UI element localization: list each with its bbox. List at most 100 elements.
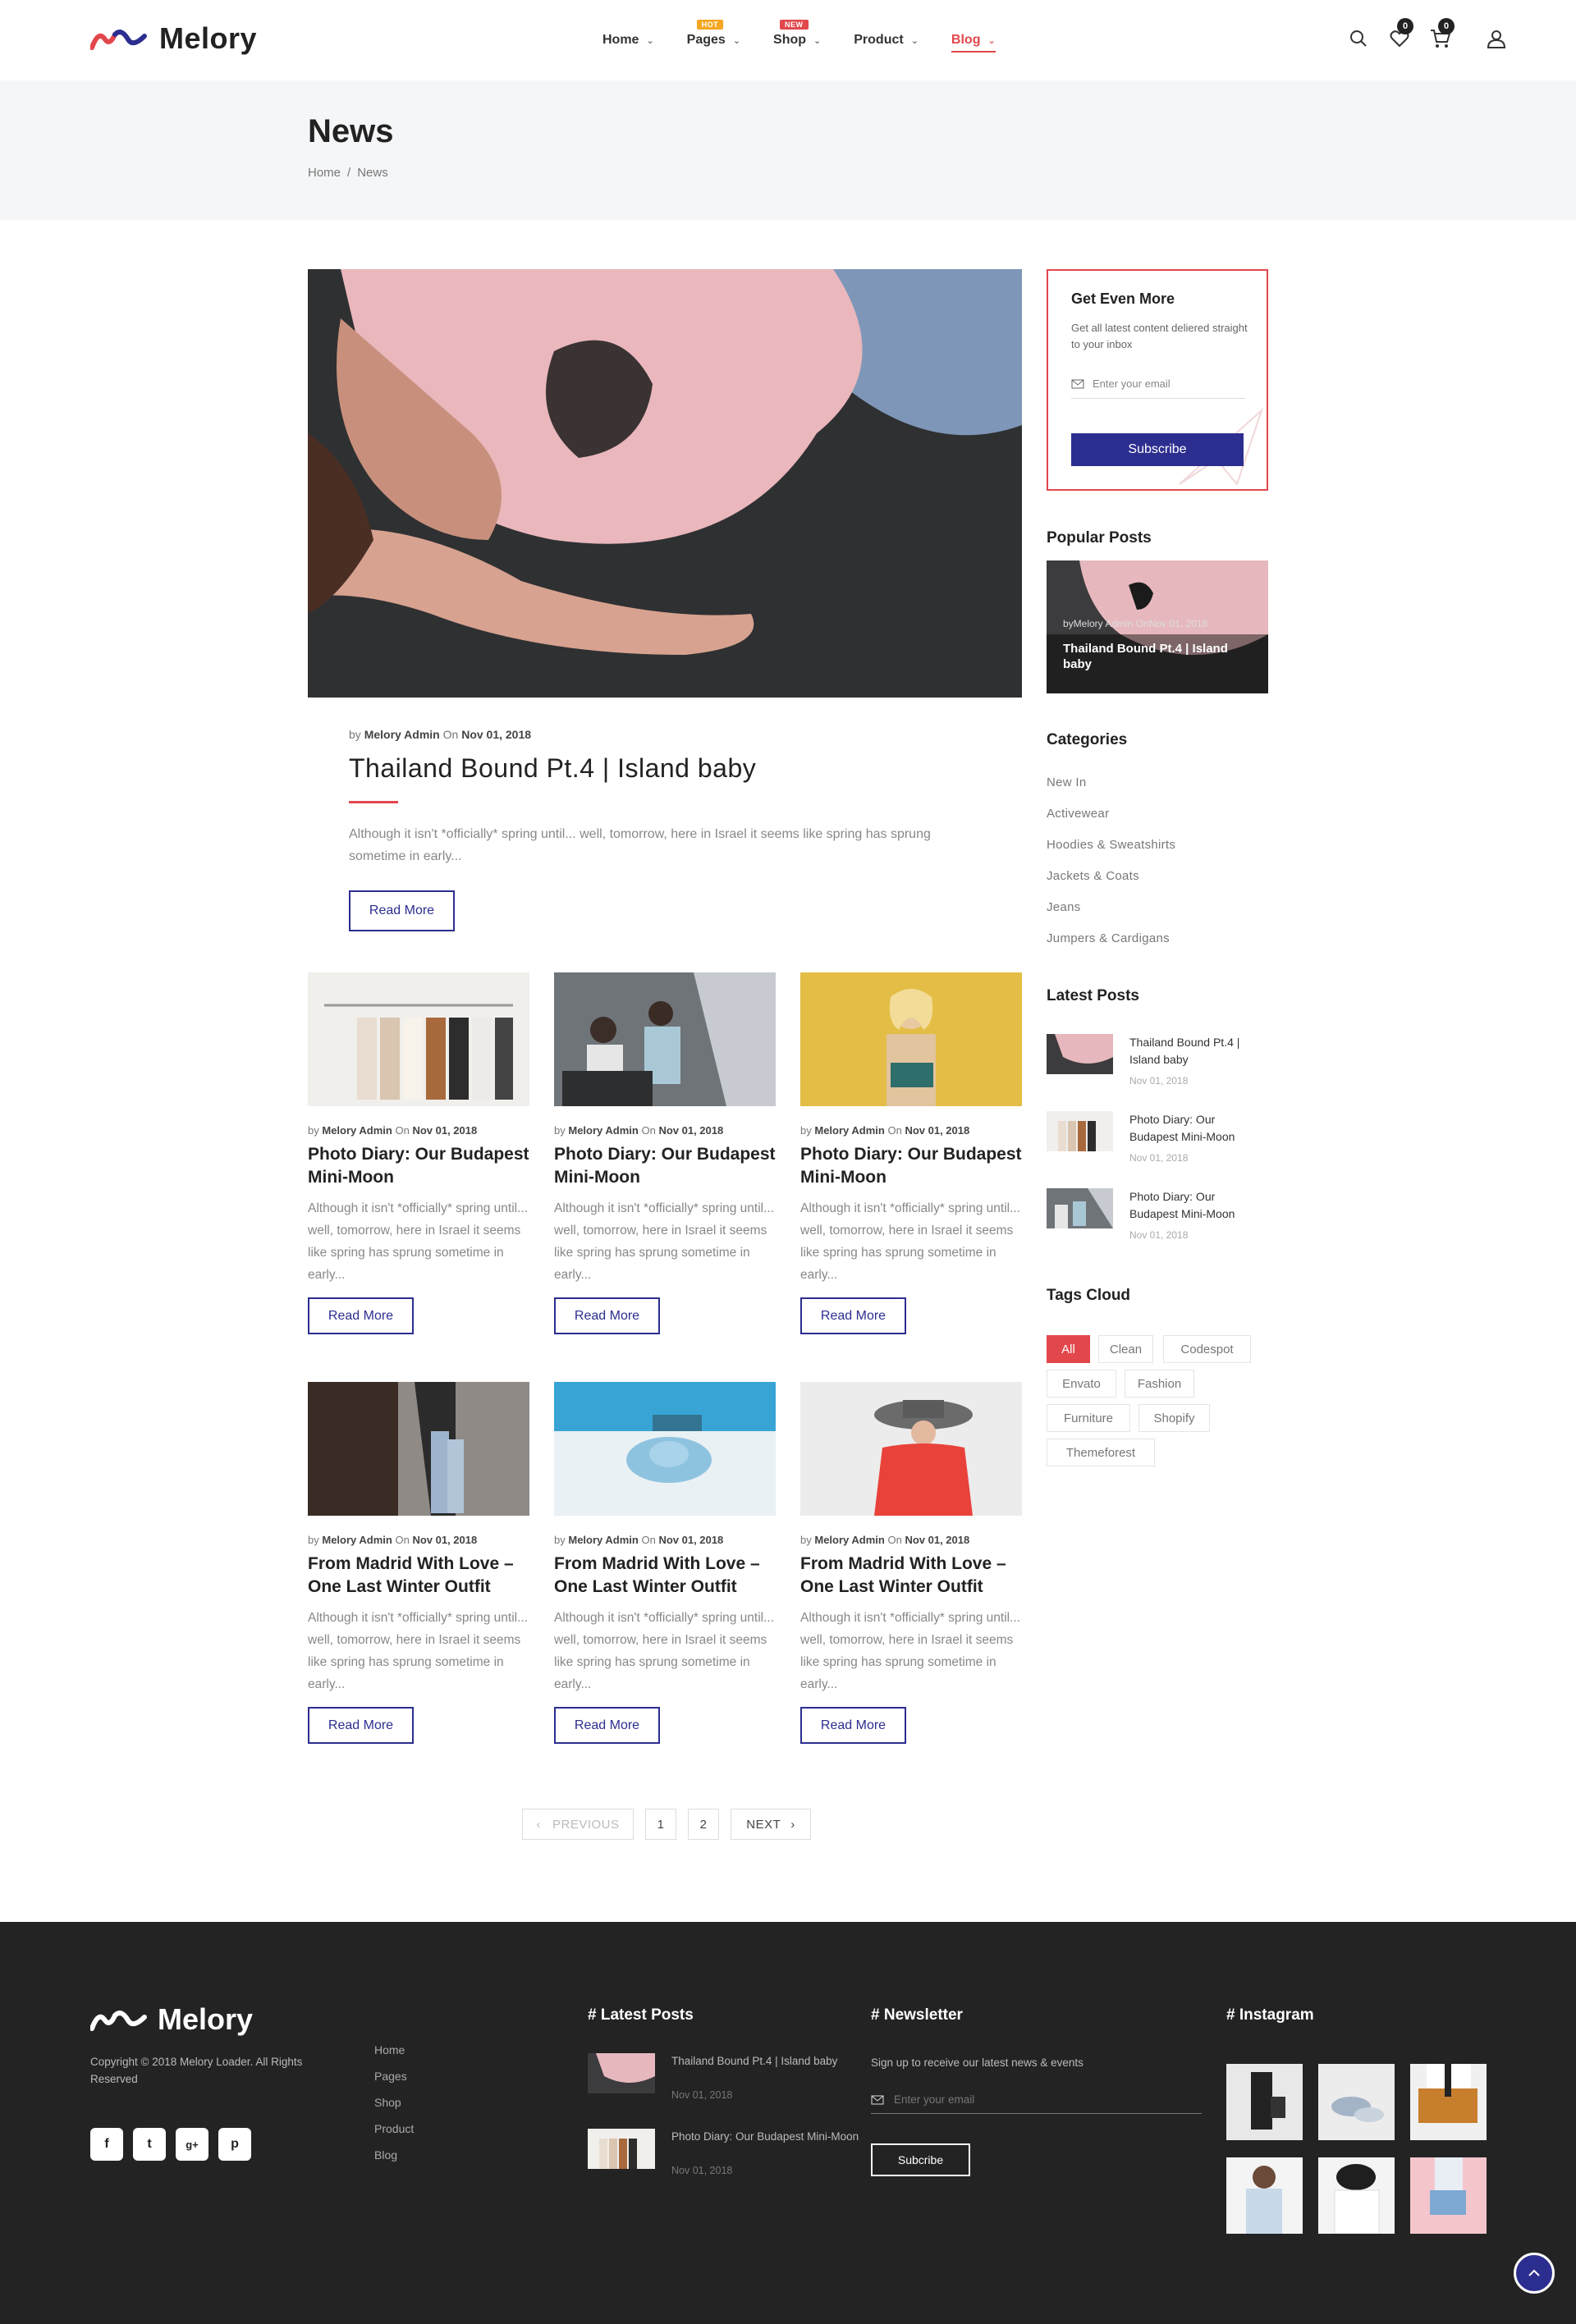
page-2-button[interactable]: 2 [688, 1809, 719, 1840]
subscribe-button[interactable]: Subscribe [1071, 433, 1244, 466]
read-more-button[interactable]: Read More [800, 1707, 906, 1744]
wishlist-button[interactable]: 0 [1387, 18, 1413, 53]
page-banner: News Home / News [0, 80, 1576, 220]
brand-logo[interactable]: Melory [90, 18, 257, 59]
tag-envato[interactable]: Envato [1047, 1370, 1116, 1398]
read-more-button[interactable]: Read More [349, 890, 455, 931]
category-link[interactable]: Jeans [1047, 900, 1081, 914]
read-more-button[interactable]: Read More [308, 1707, 414, 1744]
nav-blog[interactable]: Blog ⌄ [935, 33, 1012, 53]
meta-author[interactable]: Melory Admin [364, 728, 440, 741]
post-thumbnail[interactable] [800, 972, 1022, 1106]
instagram-photo[interactable] [1410, 2064, 1487, 2140]
footer-logo[interactable]: Melory [90, 2002, 253, 2037]
post-thumbnail[interactable] [308, 1382, 529, 1516]
tags-cloud-heading: Tags Cloud [1047, 1287, 1131, 1304]
nav-shop[interactable]: NEW Shop ⌄ [757, 20, 837, 48]
tag-shopify[interactable]: Shopify [1138, 1404, 1210, 1432]
latest-post-item[interactable]: Photo Diary: Our Budapest Mini-Moon Nov … [1047, 1111, 1268, 1177]
category-link[interactable]: Hoodies & Sweatshirts [1047, 838, 1175, 852]
post-thumbnail[interactable] [554, 972, 776, 1106]
footer-post-title: Photo Diary: Our Budapest Mini-Moon [671, 2130, 859, 2143]
nav-pages[interactable]: HOT Pages ⌄ [671, 20, 757, 48]
nav-home[interactable]: Home ⌄ [586, 33, 671, 48]
popular-posts-heading: Popular Posts [1047, 529, 1152, 547]
breadcrumb-current: News [357, 166, 388, 180]
search-button[interactable] [1346, 25, 1371, 53]
read-more-button[interactable]: Read More [800, 1297, 906, 1334]
new-badge: NEW [780, 20, 809, 30]
featured-post-title[interactable]: Thailand Bound Pt.4 | Island baby [349, 753, 756, 784]
popular-post-card[interactable]: byMelory Admin OnNov 01, 2018 Thailand B… [1047, 560, 1268, 693]
post-card: by Melory Admin On Nov 01, 2018 Photo Di… [554, 972, 776, 1334]
post-thumbnail[interactable] [800, 1382, 1022, 1516]
latest-post-item[interactable]: Photo Diary: Our Budapest Mini-Moon Nov … [1047, 1188, 1268, 1254]
instagram-photo[interactable] [1410, 2157, 1487, 2234]
featured-post-image[interactable] [308, 269, 1022, 698]
instagram-photo[interactable] [1318, 2157, 1395, 2234]
footer-link-product[interactable]: Product [374, 2122, 414, 2135]
post-title[interactable]: From Madrid With Love – One Last Winter … [308, 1553, 529, 1599]
title-divider [349, 801, 398, 803]
tag-furniture[interactable]: Furniture [1047, 1404, 1130, 1432]
featured-post-excerpt: Although it isn't *officially* spring un… [349, 827, 931, 863]
active-underline [951, 51, 996, 53]
post-title[interactable]: Photo Diary: Our Budapest Mini-Moon [554, 1143, 776, 1189]
category-link[interactable]: New In [1047, 775, 1087, 789]
footer-link-home[interactable]: Home [374, 2043, 405, 2056]
next-page-button[interactable]: NEXT › [731, 1809, 811, 1840]
category-link[interactable]: Activewear [1047, 807, 1109, 821]
google-plus-button[interactable]: g+ [176, 2128, 208, 2161]
post-thumbnail[interactable] [308, 972, 529, 1106]
footer-link-pages[interactable]: Pages [374, 2070, 407, 2083]
twitter-button[interactable]: t [133, 2128, 166, 2161]
post-title[interactable]: Photo Diary: Our Budapest Mini-Moon [308, 1143, 529, 1189]
read-more-button[interactable]: Read More [554, 1297, 660, 1334]
instagram-photo[interactable] [1226, 2064, 1303, 2140]
facebook-button[interactable]: f [90, 2128, 123, 2161]
latest-post-item[interactable]: Thailand Bound Pt.4 | Island baby Nov 01… [1047, 1034, 1268, 1100]
footer-post-title: Thailand Bound Pt.4 | Island baby [671, 2055, 838, 2067]
newsletter-email-field[interactable]: Enter your email [1071, 369, 1245, 399]
category-link[interactable]: Jumpers & Cardigans [1047, 931, 1170, 945]
tag-themeforest[interactable]: Themeforest [1047, 1439, 1155, 1466]
chevron-down-icon: ⌄ [646, 35, 654, 46]
footer-link-shop[interactable]: Shop [374, 2096, 401, 2109]
instagram-photo[interactable] [1318, 2064, 1395, 2140]
tag-fashion[interactable]: Fashion [1125, 1370, 1194, 1398]
header-actions: 0 0 [1346, 18, 1509, 53]
chevron-down-icon: ⌄ [910, 35, 919, 46]
footer-subscribe-button[interactable]: Subcribe [871, 2143, 970, 2176]
previous-page-button[interactable]: ‹ PREVIOUS [522, 1809, 634, 1840]
post-title[interactable]: Photo Diary: Our Budapest Mini-Moon [800, 1143, 1022, 1189]
post-thumbnail[interactable] [554, 1382, 776, 1516]
tag-clean[interactable]: Clean [1098, 1335, 1153, 1363]
breadcrumb-home[interactable]: Home [308, 166, 341, 180]
read-more-button[interactable]: Read More [308, 1297, 414, 1334]
nav-shop-label: Shop [773, 33, 807, 47]
post-title[interactable]: From Madrid With Love – One Last Winter … [800, 1553, 1022, 1599]
nav-product[interactable]: Product ⌄ [837, 33, 935, 48]
footer-link-blog[interactable]: Blog [374, 2148, 397, 2162]
popular-post-title: Thailand Bound Pt.4 | Island baby [1063, 642, 1228, 671]
category-link[interactable]: Jackets & Coats [1047, 869, 1139, 883]
footer-email-field[interactable]: Enter your email [871, 2086, 1202, 2114]
scroll-to-top-button[interactable] [1514, 2253, 1555, 2294]
pinterest-button[interactable]: p [218, 2128, 251, 2161]
logo-mark-icon [90, 30, 147, 50]
post-card: by Melory Admin On Nov 01, 2018 Photo Di… [308, 972, 529, 1334]
user-icon [1487, 30, 1506, 48]
instagram-photo[interactable] [1226, 2157, 1303, 2234]
cart-button[interactable]: 0 [1428, 18, 1455, 53]
page-1-button[interactable]: 1 [645, 1809, 676, 1840]
nav-pages-label: Pages [686, 33, 726, 47]
tag-codespot[interactable]: Codespot [1163, 1335, 1251, 1363]
tag-all[interactable]: All [1047, 1335, 1090, 1363]
account-button[interactable] [1484, 25, 1509, 53]
previous-label: PREVIOUS [552, 1817, 620, 1832]
chevron-right-icon: › [790, 1817, 795, 1832]
main-nav: Home ⌄ HOT Pages ⌄ NEW Shop ⌄ Product ⌄ … [586, 20, 1012, 59]
read-more-button[interactable]: Read More [554, 1707, 660, 1744]
featured-post-meta: by Melory Admin On Nov 01, 2018 [349, 728, 531, 741]
post-title[interactable]: From Madrid With Love – One Last Winter … [554, 1553, 776, 1599]
